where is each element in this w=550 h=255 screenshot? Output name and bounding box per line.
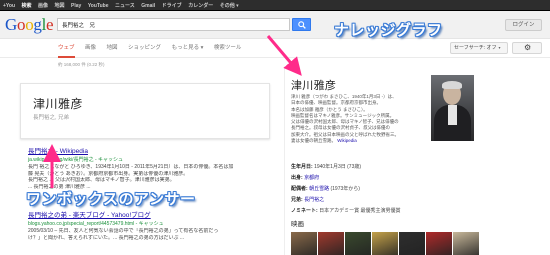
search-box: [57, 18, 290, 31]
search-tab[interactable]: ショッピング: [128, 39, 161, 58]
knowledge-panel-fact: 兄弟: 長門裕之: [291, 197, 325, 203]
knowledge-panel-title: 津川雅彦: [291, 80, 337, 92]
person-photo[interactable]: [431, 75, 474, 141]
top-nav-item[interactable]: その他 ▾: [220, 2, 239, 9]
result-title-link[interactable]: 長門裕之 - Wikipedia: [28, 145, 273, 155]
search-input[interactable]: [58, 19, 289, 30]
knowledge-graph-callout: ナレッジグラフ: [334, 22, 443, 39]
settings-button[interactable]: ⚙: [512, 42, 542, 54]
top-nav-item[interactable]: ニュース: [115, 2, 135, 9]
top-nav-item[interactable]: カレンダー: [188, 2, 213, 9]
knowledge-panel-fact: ノミネート: 日本アカデミー賞 最優秀主演男優賞: [291, 208, 401, 214]
movie-thumbnail[interactable]: [453, 232, 479, 255]
search-header: Google ログイン: [0, 11, 550, 39]
gear-icon: ⚙: [524, 43, 532, 52]
movies-heading: 映画: [291, 221, 304, 228]
result-title-link[interactable]: 長門裕之の弟 - 楽天ブログ - Yahoo!ブログ: [28, 209, 273, 219]
search-result: 長門裕之 - Wikipedia ja.wikipedia.org/wiki/長…: [28, 145, 273, 190]
top-nav-item[interactable]: 地図: [55, 2, 65, 9]
fact-link[interactable]: 長門裕之: [304, 197, 324, 203]
login-button[interactable]: ログイン: [505, 19, 542, 31]
search-icon: [298, 21, 306, 29]
wikipedia-link[interactable]: Wikipedia: [337, 138, 357, 143]
top-nav-item[interactable]: +You: [3, 3, 15, 9]
knowledge-panel-fact: 出身: 京都府: [291, 175, 320, 181]
top-nav-item[interactable]: 画像: [38, 2, 48, 9]
fact-link[interactable]: 朝丘雪路: [309, 186, 329, 192]
top-nav-item[interactable]: ドライブ: [162, 2, 182, 9]
google-top-bar: +You 検索 画像 地図 Play YouTube ニュース Gmail ドライブ カレンダーそ…: [0, 0, 550, 11]
result-url[interactable]: ja.wikipedia.org/wiki/長門裕之 - キャッシュ: [28, 156, 273, 163]
movie-thumbnail[interactable]: [345, 232, 371, 255]
safesearch-dropdown[interactable]: セーフサーチ: オフ ▾: [450, 42, 508, 54]
movie-thumbnail[interactable]: [291, 232, 317, 255]
knowledge-panel-facts: 生年月日: 1940年1月3日 (73歳) 出身: 京都府配偶者: 朝丘雪路 (1…: [291, 162, 486, 217]
result-snippet: 2005/03/10 – 先日、友人と何気ない会話の中で「長門裕之の弟」って有名…: [28, 228, 219, 241]
onebox-answer-name[interactable]: 津川雅彦: [33, 95, 83, 112]
knowledge-panel-description: 津川 雅彦（つがわ まさひこ、1940年1月3日 -）は、 日本の俳優、映画監督…: [291, 94, 399, 144]
search-tab[interactable]: もっと見る ▾: [172, 39, 204, 58]
movie-thumbnail[interactable]: [318, 232, 344, 255]
movies-carousel: [291, 232, 480, 255]
result-url[interactable]: blogs.yahoo.co.jp/special_report/4457347…: [28, 220, 273, 227]
knowledge-panel-fact: 生年月日: 1940年1月3日 (73歳): [291, 164, 362, 170]
top-nav-item[interactable]: YouTube: [88, 3, 109, 9]
fact-link[interactable]: 京都府: [304, 175, 319, 181]
result-stats: 約 168,000 件 (0.22 秒): [58, 62, 105, 67]
onebox-answer: 津川雅彦 長門裕之, 兄弟: [20, 83, 270, 139]
result-snippet: 長門 裕之（ながと ひろゆき、1934年1月10日 - 2011年5月21日）は…: [28, 164, 234, 190]
search-tabs: ウェブ 画像 地図 ショッピング もっと見る ▾ 検索ツール: [58, 39, 252, 58]
knowledge-panel: 津川雅彦 津川 雅彦（つがわ まさひこ、1940年1月3日 -）は、 日本の俳優…: [284, 68, 487, 255]
search-tab[interactable]: 検索ツール: [214, 39, 242, 58]
search-tab[interactable]: 地図: [107, 39, 118, 58]
top-nav: +You 検索 画像 地図 Play YouTube ニュース Gmail ドライブ カレンダーそ…: [3, 0, 245, 11]
movie-thumbnail[interactable]: [372, 232, 398, 255]
movie-thumbnail[interactable]: [399, 232, 425, 255]
onebox-answer-description: 長門裕之, 兄弟: [33, 115, 70, 121]
movie-thumbnail[interactable]: [426, 232, 452, 255]
search-button[interactable]: [292, 18, 311, 31]
top-nav-item[interactable]: Gmail: [141, 3, 155, 9]
top-nav-item[interactable]: 検索: [22, 2, 32, 9]
search-tab[interactable]: ウェブ: [58, 39, 75, 58]
top-nav-item[interactable]: Play: [71, 3, 81, 9]
chevron-down-icon: ▾: [498, 45, 501, 50]
knowledge-panel-fact: 配偶者: 朝丘雪路 (1973年から): [291, 186, 360, 192]
search-result: 長門裕之の弟 - 楽天ブログ - Yahoo!ブログ blogs.yahoo.c…: [28, 209, 273, 241]
google-logo[interactable]: Google: [5, 16, 54, 34]
search-tab[interactable]: 画像: [85, 39, 96, 58]
onebox-answer-callout: ワンボックスのアンサー: [26, 191, 196, 208]
